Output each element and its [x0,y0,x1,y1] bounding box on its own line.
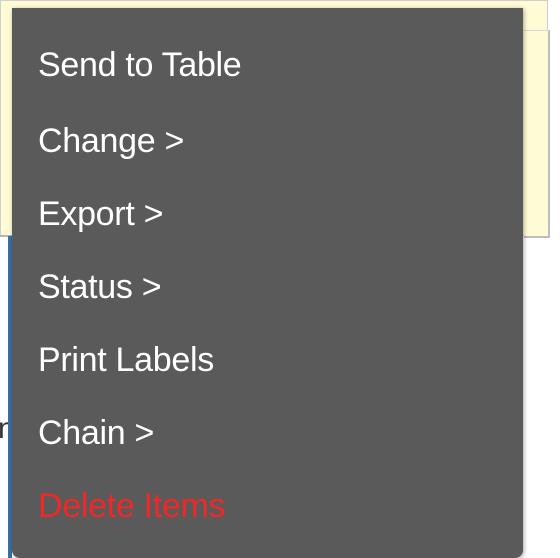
context-menu: Send to Table Change > Export > Status >… [12,8,523,558]
background-panel-edge [524,30,550,238]
menu-item-change[interactable]: Change > [12,105,523,178]
menu-item-export[interactable]: Export > [12,178,523,251]
menu-item-status[interactable]: Status > [12,251,523,324]
menu-item-chain[interactable]: Chain > [12,397,523,470]
menu-item-delete-items[interactable]: Delete Items [12,470,523,543]
background-partial-text: n [0,414,8,444]
menu-item-print-labels[interactable]: Print Labels [12,324,523,397]
menu-item-send-to-table[interactable]: Send to Table [12,8,523,105]
